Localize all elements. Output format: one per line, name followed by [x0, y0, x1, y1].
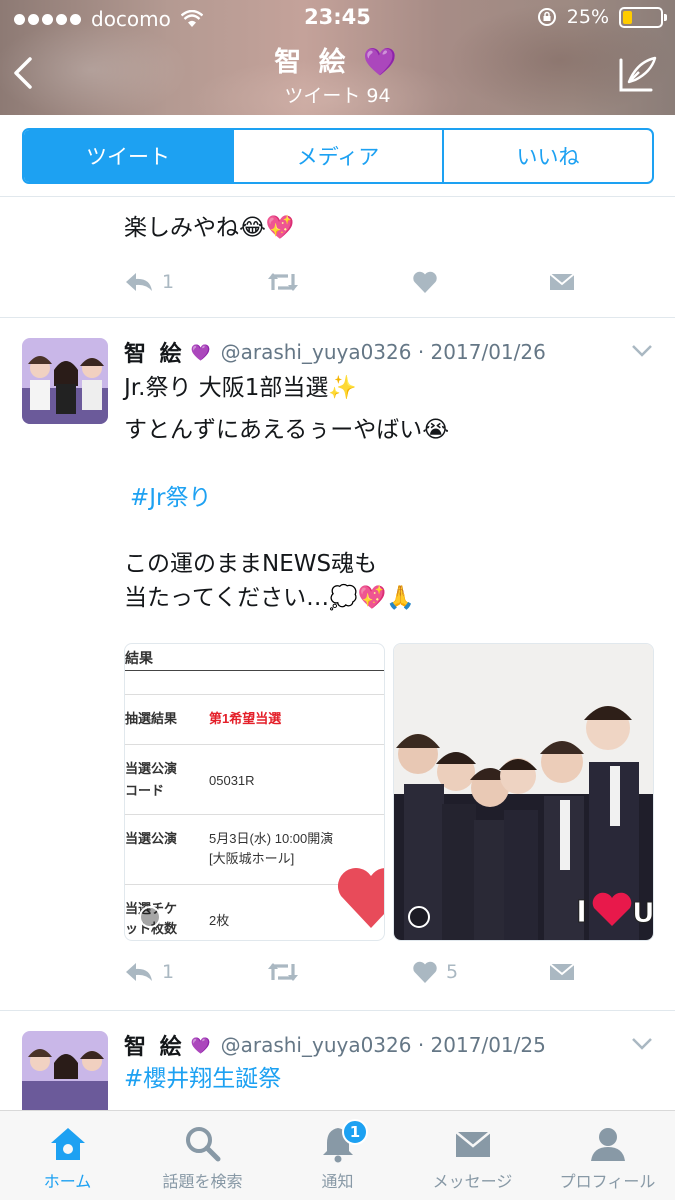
profile-tabs-bar: ツイート メディア いいね: [0, 115, 675, 197]
row-label: 当選公演: [125, 831, 178, 846]
status-right: 25%: [537, 6, 667, 28]
tab-likes[interactable]: いいね: [442, 130, 652, 182]
dm-button[interactable]: [548, 270, 576, 294]
smile-sticker-icon: [139, 906, 161, 928]
tweet-item[interactable]: 智 絵 💜 @arashi_yuya0326 · 2017/01/26 Jr.祭…: [0, 318, 675, 1010]
chevron-down-icon[interactable]: [631, 344, 653, 358]
reply-icon: [126, 963, 152, 981]
profile-name: 智 絵: [274, 47, 350, 78]
row-label: 当選公演: [125, 761, 178, 776]
tweet-meta: 智 絵 💜 @arashi_yuya0326 · 2017/01/25: [124, 1029, 546, 1061]
retweet-icon: [268, 963, 298, 981]
row-value: [大阪城ホール]: [209, 851, 295, 866]
compose-icon: [619, 56, 657, 92]
segmented-control: ツイート メディア いいね: [22, 128, 654, 184]
tab-search[interactable]: 話題を検索: [135, 1111, 270, 1200]
smile-sticker-icon: [408, 906, 430, 928]
envelope-icon: [454, 1131, 491, 1157]
author-name[interactable]: 智 絵: [124, 336, 185, 368]
rotation-lock-icon: [537, 8, 556, 26]
row-value: 2枚: [209, 913, 230, 928]
tab-media[interactable]: メディア: [232, 130, 442, 182]
bottom-tab-bar: ホーム 話題を検索 1 通知 メッセージ プロフィール: [0, 1110, 675, 1200]
tab-profile[interactable]: プロフィール: [540, 1111, 675, 1200]
svg-text:U: U: [632, 896, 654, 929]
reply-button[interactable]: 1: [124, 270, 174, 294]
tweet-actions: 1: [124, 270, 604, 302]
tweet-text-line: この運のままNEWS魂も: [124, 551, 378, 577]
avatar[interactable]: [22, 1031, 108, 1110]
tab-home[interactable]: ホーム: [0, 1111, 135, 1200]
row-label: コード: [125, 783, 165, 798]
notification-badge: 1: [342, 1119, 368, 1145]
like-button[interactable]: 5: [412, 960, 458, 984]
row-value: 5月3日(水) 10:00開演: [209, 831, 334, 846]
tweet-text-line: すとんずにあえるぅーやばい😭: [124, 417, 450, 443]
row-label: 抽選結果: [125, 711, 178, 726]
heart-icon: [413, 271, 437, 293]
media-image-group-photo[interactable]: I U: [393, 643, 654, 941]
person-icon: [590, 1128, 625, 1161]
chevron-down-icon[interactable]: [631, 1037, 653, 1051]
profile-title: 智 絵 💜 ツイート 94: [0, 40, 675, 108]
envelope-icon: [549, 273, 575, 290]
tweet-item[interactable]: 智 絵 💜 @arashi_yuya0326 · 2017/01/25 #櫻井翔…: [0, 1011, 675, 1110]
retweet-button[interactable]: [266, 960, 300, 984]
compose-button[interactable]: [615, 52, 659, 96]
tweet-text-line: Jr.祭り 大阪1部当選✨: [124, 375, 358, 401]
reply-button[interactable]: 1: [124, 960, 174, 984]
like-button[interactable]: [412, 270, 438, 294]
avatar-image: [22, 1031, 108, 1110]
retweet-icon: [268, 273, 298, 291]
tweet-meta: 智 絵 💜 @arashi_yuya0326 · 2017/01/26: [124, 336, 546, 368]
dm-button[interactable]: [548, 960, 576, 984]
tweet-text-line: 当たってください…💭💖🙏: [124, 585, 416, 611]
tab-label: メッセージ: [432, 1172, 513, 1191]
row-value: 05031R: [209, 773, 255, 788]
tab-tweets[interactable]: ツイート: [24, 130, 232, 182]
tweet-item[interactable]: 楽しみやね😂💖 1: [0, 198, 675, 318]
retweet-button[interactable]: [266, 270, 300, 294]
timeline[interactable]: 楽しみやね😂💖 1 智 絵 💜 @arashi_yuya0326 · 2017/…: [0, 198, 675, 1110]
tweet-actions: 1 5: [124, 960, 604, 992]
media-image-lottery-result[interactable]: 結果 抽選結果 第1希望当選 当選公演 コード 05031R 当選公演 5月3日…: [124, 643, 385, 941]
reply-count: 1: [162, 961, 175, 983]
battery-icon: [619, 6, 667, 28]
purple-heart-icon: 💜: [190, 1035, 211, 1055]
search-icon: [185, 1127, 220, 1162]
reply-count: 1: [162, 271, 175, 293]
purple-heart-icon: 💜: [363, 47, 401, 78]
tab-label: ホーム: [43, 1172, 92, 1191]
envelope-icon: [549, 963, 575, 980]
svg-text:I: I: [576, 895, 587, 930]
tweet-count: ツイート 94: [284, 85, 391, 107]
tweet-media: 結果 抽選結果 第1希望当選 当選公演 コード 05031R 当選公演 5月3日…: [124, 643, 654, 941]
tab-label: プロフィール: [559, 1172, 656, 1191]
profile-header: docomo 23:45 25% 智 絵 💜 ツイート 94: [0, 0, 675, 115]
group-photo-image: I U: [394, 644, 654, 940]
avatar[interactable]: [22, 338, 108, 424]
author-handle-date: @arashi_yuya0326 · 2017/01/25: [220, 1033, 546, 1057]
tab-label: 通知: [321, 1172, 354, 1191]
tab-messages[interactable]: メッセージ: [405, 1111, 540, 1200]
lottery-header: 結果: [125, 650, 153, 666]
battery-percent: 25%: [566, 6, 609, 28]
status-bar: docomo 23:45 25%: [0, 0, 675, 40]
tab-notifications[interactable]: 1 通知: [270, 1111, 405, 1200]
author-handle-date: @arashi_yuya0326 · 2017/01/26: [220, 340, 546, 364]
tweet-text: 楽しみやね😂💖: [124, 215, 295, 241]
reply-icon: [126, 273, 152, 291]
like-count: 5: [446, 961, 459, 983]
hashtag-link[interactable]: #Jr祭り: [130, 482, 212, 514]
heart-icon: [413, 961, 437, 983]
home-icon: [50, 1128, 85, 1160]
avatar-image: [22, 338, 108, 424]
tab-label: 話題を検索: [162, 1172, 243, 1191]
heart-sticker-icon: [337, 868, 384, 928]
author-name[interactable]: 智 絵: [124, 1029, 185, 1061]
purple-heart-icon: 💜: [190, 342, 211, 362]
row-value: 第1希望当選: [209, 711, 282, 726]
hashtag-link[interactable]: #櫻井翔生誕祭: [124, 1063, 281, 1095]
